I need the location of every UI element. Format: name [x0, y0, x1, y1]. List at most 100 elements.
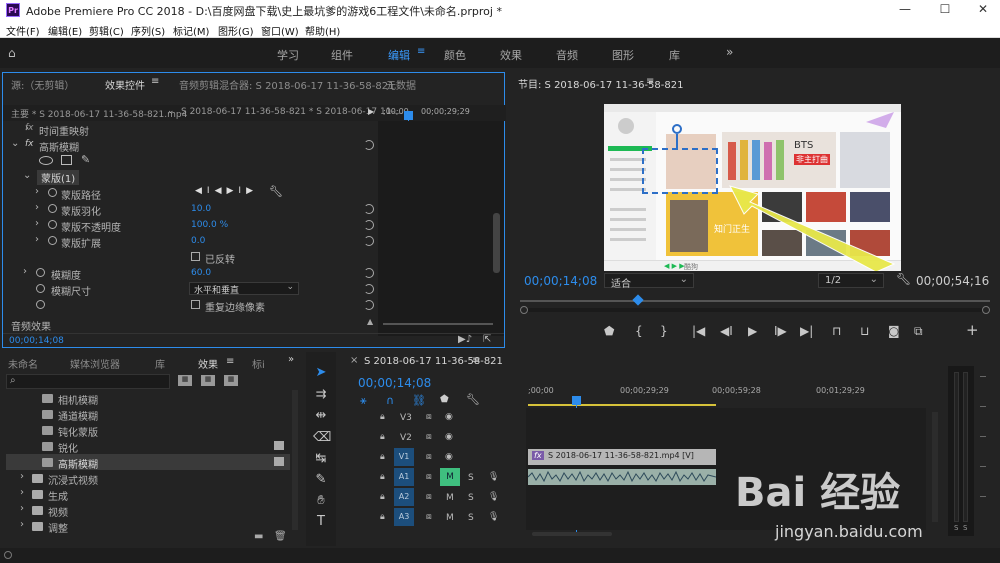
program-zoom-bar[interactable] [520, 306, 990, 314]
mark-out-icon[interactable]: } [660, 324, 668, 338]
ellipse-mask-icon[interactable] [39, 156, 53, 165]
linked-selection-icon[interactable]: ⛓︎ [412, 394, 426, 407]
mask-expansion-value[interactable]: 0.0 [191, 236, 205, 246]
panel-menu-icon[interactable]: ≡ [646, 76, 654, 87]
workspace-color[interactable]: 颜色 [444, 47, 466, 63]
track-select-tool-icon[interactable]: ⇉ [313, 387, 329, 403]
expand-icon[interactable]: › [35, 202, 39, 213]
reset-icon[interactable] [364, 204, 374, 214]
lock-icon[interactable]: 🔒︎ [380, 432, 385, 442]
lift-icon[interactable]: ⊓ [832, 324, 841, 338]
menu-help[interactable]: 帮助(H) [305, 23, 340, 38]
play-icon[interactable]: ▶ [368, 107, 374, 116]
sync-lock-icon[interactable]: ⧈ [426, 512, 432, 522]
timeline-timecode[interactable]: 00;00;14;08 [358, 376, 431, 390]
track-target-v1[interactable]: V1 [394, 448, 414, 466]
program-timecode[interactable]: 00;00;14;08 [524, 274, 597, 288]
blur-dimensions-select[interactable]: 水平和垂直 ⌄ [189, 282, 299, 296]
chevron-down-icon[interactable]: ⌄ [167, 106, 175, 116]
expand-icon[interactable]: › [35, 218, 39, 229]
stopwatch-icon[interactable] [48, 204, 57, 213]
workspace-learn[interactable]: 学习 [277, 47, 299, 63]
workspace-audio[interactable]: 音频 [556, 47, 578, 63]
workspace-graphics[interactable]: 图形 [612, 47, 634, 63]
list-item[interactable]: › 视频 [6, 502, 290, 519]
solo-button[interactable]: S [468, 513, 474, 523]
go-to-in-icon[interactable]: |◀ [692, 324, 705, 338]
program-monitor-title[interactable]: 节目: S 2018-06-17 11-36-58-821 [518, 76, 683, 91]
lock-icon[interactable]: 🔒︎ [380, 452, 385, 462]
resolution-select[interactable]: 1/2 ⌄ [818, 273, 884, 288]
list-item[interactable]: › 调整 [6, 518, 290, 535]
ec-playhead-handle[interactable] [404, 111, 413, 120]
list-item[interactable]: 锐化 [6, 438, 290, 455]
expand-icon[interactable]: › [35, 234, 39, 245]
reset-icon[interactable] [364, 300, 374, 310]
list-item[interactable]: 高斯模糊 [6, 454, 290, 471]
program-scrubber[interactable] [520, 300, 990, 302]
track-name[interactable]: V3 [400, 413, 412, 423]
razor-tool-icon[interactable]: ⌫ [313, 430, 331, 446]
track-mask-controls[interactable]: ◀I◀▶I▶ [195, 186, 258, 196]
panel-menu-icon[interactable]: ≡ [472, 355, 480, 366]
collapse-icon[interactable]: ⌄ [11, 138, 19, 149]
workspace-assembly[interactable]: 组件 [331, 47, 353, 63]
settings-wrench-icon[interactable]: 🔧︎ [466, 393, 480, 406]
hand-tool-icon[interactable]: ✋︎ [313, 493, 329, 509]
ec-zoom-bar[interactable] [383, 323, 493, 325]
effects-scrollbar[interactable] [292, 390, 298, 530]
yuv-effects-icon[interactable]: ▦ [224, 375, 238, 386]
track-target-a3[interactable]: A3 [394, 508, 414, 526]
menu-graphics[interactable]: 图形(G) [218, 23, 254, 38]
expand-icon[interactable]: › [20, 503, 24, 514]
list-item[interactable]: › 沉浸式视频 [6, 470, 290, 487]
menu-window[interactable]: 窗口(W) [261, 23, 299, 38]
fx-toggle-badge[interactable]: fx [25, 139, 34, 149]
rectangle-mask-icon[interactable] [61, 155, 72, 165]
lock-icon[interactable]: 🔒︎ [380, 472, 385, 482]
expand-icon[interactable]: › [20, 519, 24, 530]
solo-button[interactable]: S [468, 473, 474, 483]
accelerated-effects-icon[interactable]: ▦ [178, 375, 192, 386]
mute-button[interactable]: M [440, 468, 460, 486]
tab-metadata[interactable]: 元数据 [386, 77, 416, 92]
slip-tool-icon[interactable]: ↹ [313, 451, 329, 467]
more-workspaces-icon[interactable]: » [726, 45, 733, 59]
expand-icon[interactable]: › [20, 471, 24, 482]
tab-libraries[interactable]: 库 [155, 356, 165, 371]
eye-icon[interactable]: ◉ [445, 432, 453, 442]
32bit-effects-icon[interactable]: ▦ [201, 375, 215, 386]
settings-wrench-icon[interactable]: 🔧︎ [896, 272, 911, 286]
expand-icon[interactable]: › [35, 186, 39, 197]
delete-icon[interactable]: 🗑︎ [274, 531, 287, 542]
time-remap-label[interactable]: 时间重映射 [39, 123, 89, 138]
tab-source[interactable]: 源:（无剪辑） [11, 77, 74, 92]
snap-icon[interactable]: ∩ [386, 394, 394, 407]
timeline-zoom-bar[interactable] [532, 532, 612, 536]
expand-icon[interactable]: › [20, 487, 24, 498]
microphone-icon[interactable]: 🎙︎ [488, 512, 499, 522]
microphone-icon[interactable]: 🎙︎ [488, 492, 499, 502]
add-button-icon[interactable]: + [966, 321, 979, 339]
sync-lock-icon[interactable]: ⧈ [426, 492, 432, 502]
sync-lock-icon[interactable]: ⧈ [426, 412, 432, 422]
step-back-icon[interactable]: ◀I [720, 324, 733, 338]
mute-button[interactable]: M [446, 493, 454, 503]
inverted-checkbox[interactable] [191, 252, 200, 261]
add-marker-icon[interactable]: ⬟ [604, 324, 614, 338]
reset-icon[interactable] [364, 268, 374, 278]
pen-tool-icon[interactable]: ✎ [313, 472, 329, 488]
list-item[interactable]: 相机模糊 [6, 390, 290, 407]
home-icon[interactable]: ⌂ [8, 46, 16, 60]
stopwatch-icon[interactable] [48, 188, 57, 197]
menu-file[interactable]: 文件(F) [6, 23, 40, 38]
close-tab-icon[interactable]: × [350, 355, 358, 366]
blurriness-value[interactable]: 60.0 [191, 268, 211, 278]
solo-button[interactable]: S [468, 493, 474, 503]
mask-name[interactable]: 蒙版(1) [37, 170, 80, 185]
workspace-editing[interactable]: 编辑 [388, 47, 410, 63]
track-target-a2[interactable]: A2 [394, 488, 414, 506]
eye-icon[interactable]: ◉ [445, 412, 453, 422]
export-frame-icon[interactable]: ◙ [888, 324, 900, 338]
lock-icon[interactable]: 🔒︎ [380, 412, 385, 422]
